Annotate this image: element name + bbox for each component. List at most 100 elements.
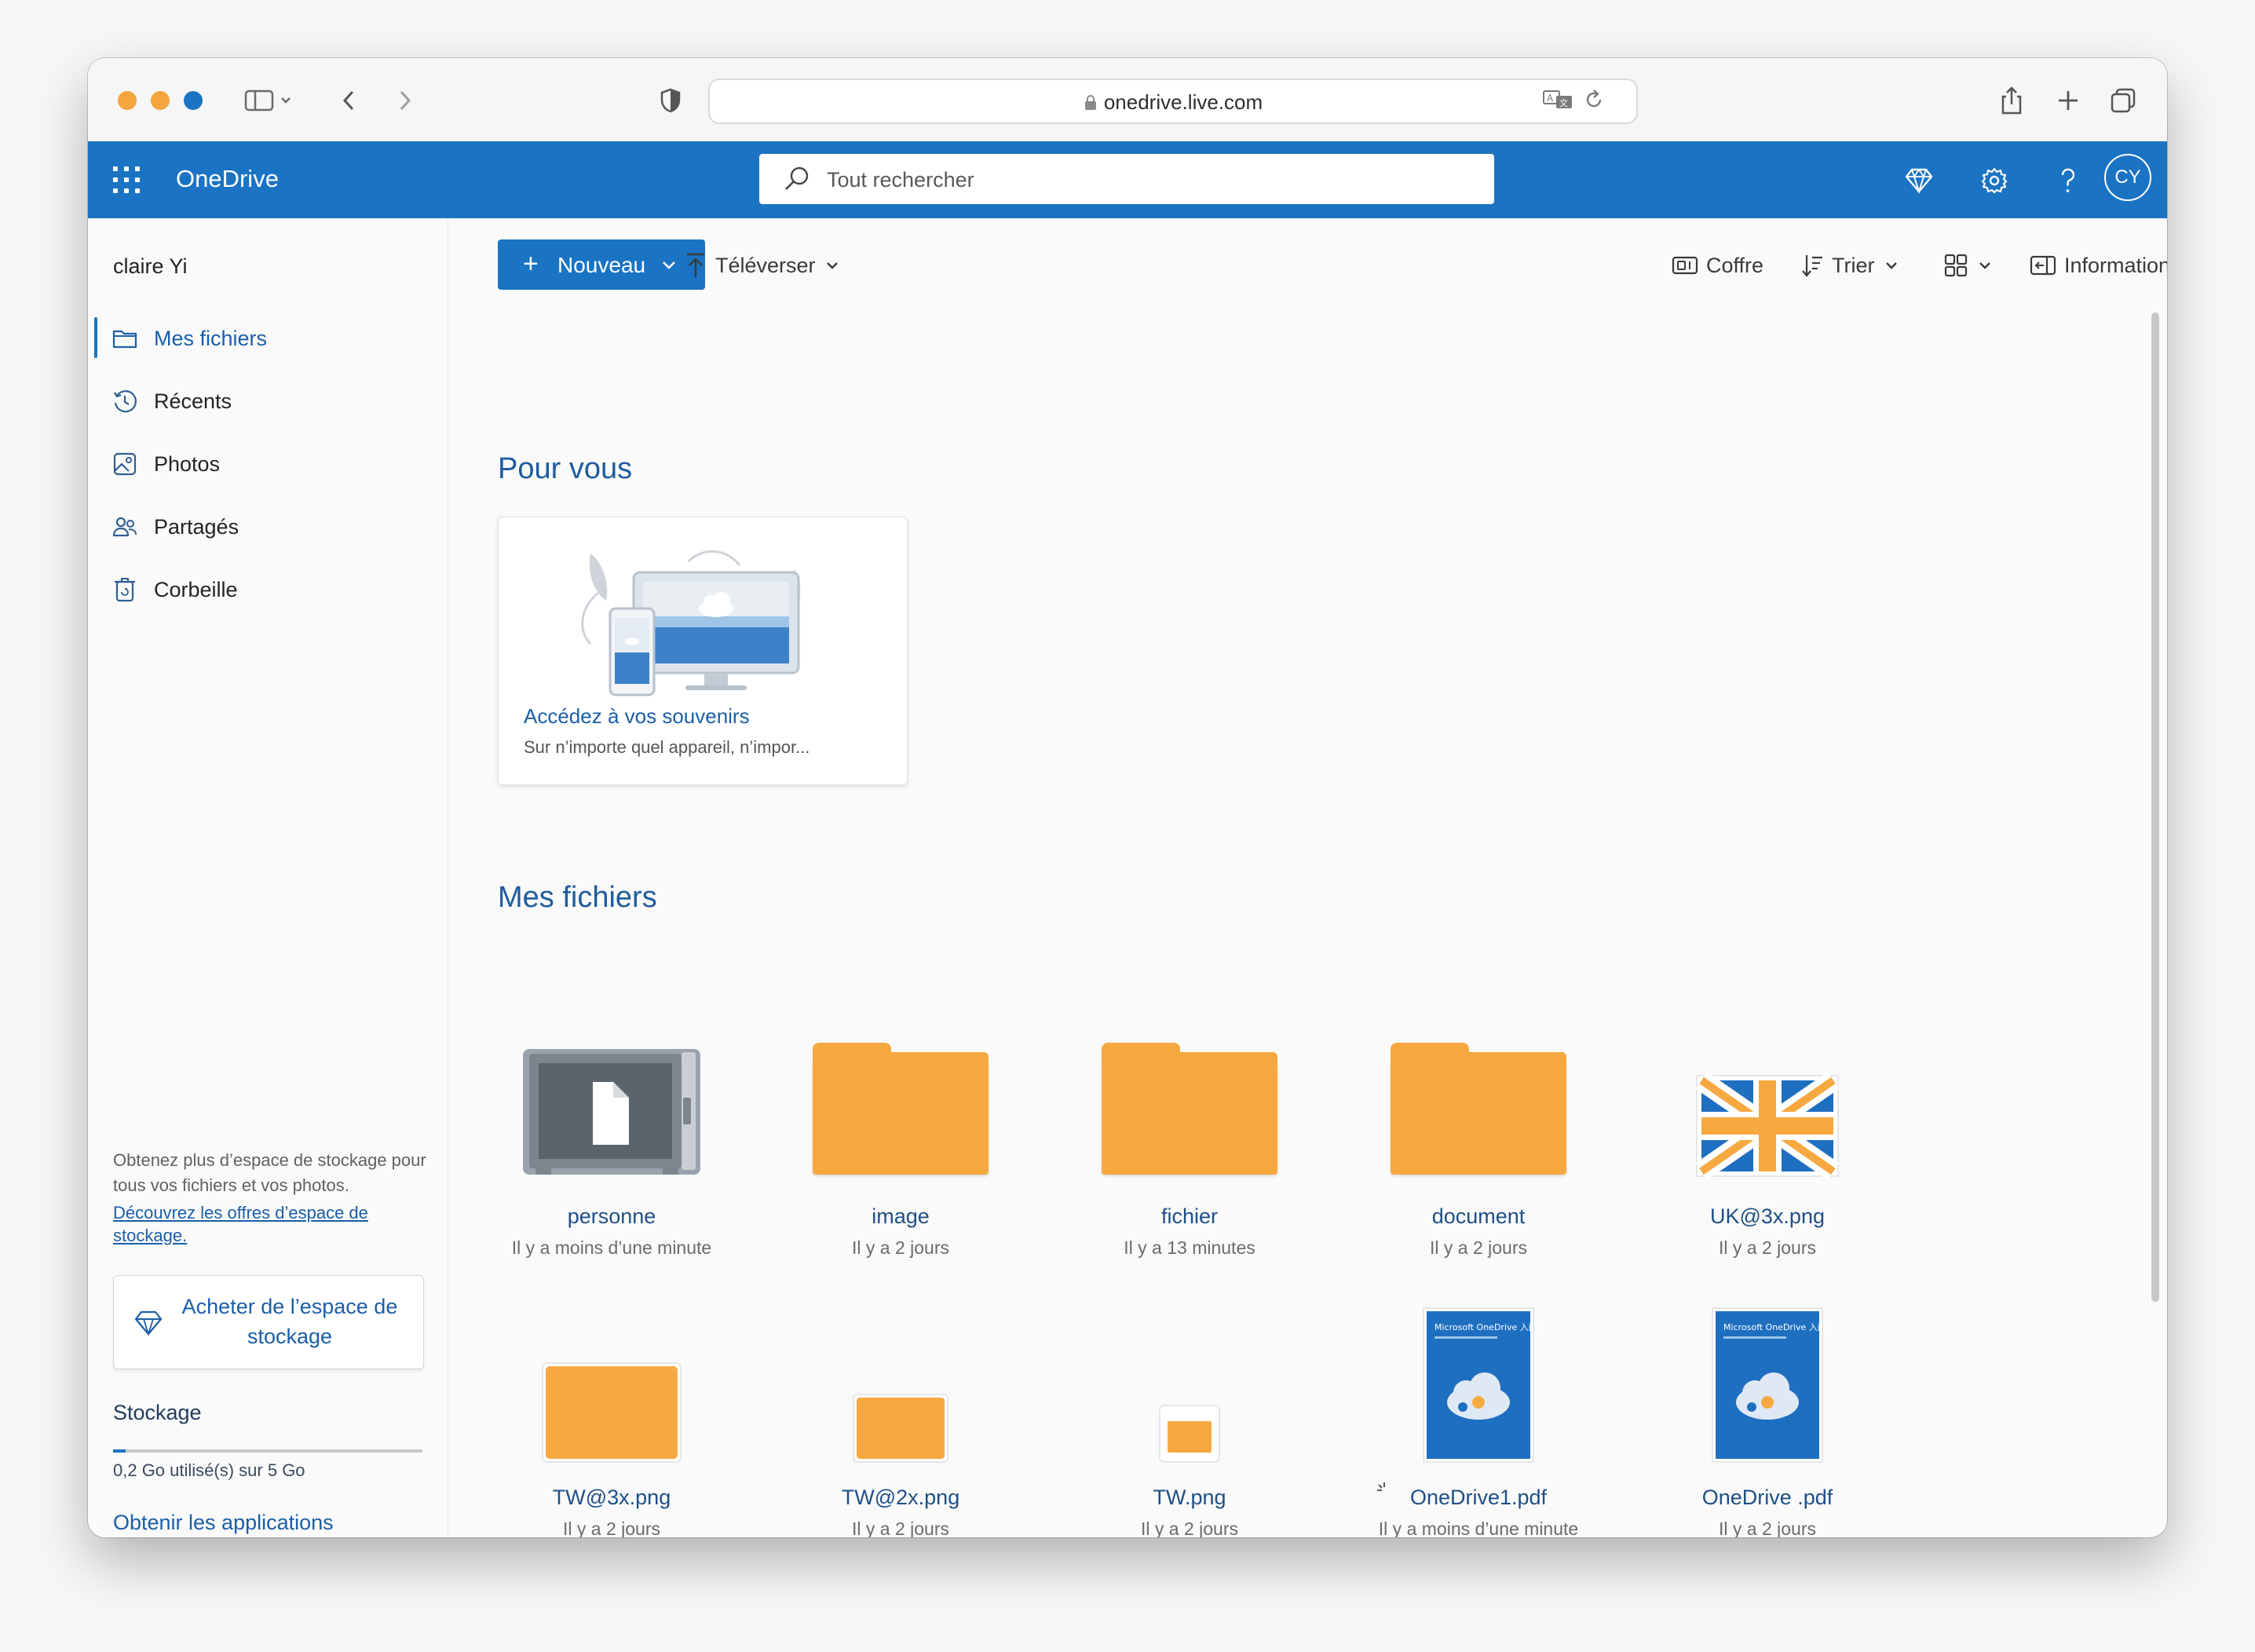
sidebar-item-recent[interactable]: Récents [88,377,448,424]
new-tab-button[interactable] [2051,82,2085,119]
help-icon [2061,168,2075,192]
file-name: TW@2x.png [841,1486,960,1509]
share-icon [2001,86,2022,115]
sidebar-item-shared[interactable]: Partagés [88,503,448,550]
address-bar[interactable]: onedrive.live.com A 文 [708,79,1638,124]
gear-icon [1981,167,2008,194]
chevron-down-icon [1885,262,1897,269]
svg-text:A: A [1547,93,1554,104]
lock-icon [1084,95,1096,110]
search-icon [785,166,809,190]
storage-promo-text: Obtenez plus d’espace de stockage pour t… [113,1150,426,1195]
share-button[interactable] [1994,82,2029,119]
sort-button[interactable]: Trier [1800,250,1900,281]
grid-view-icon [1944,254,1968,277]
account-avatar[interactable]: CY [2104,154,2151,201]
image-thumbnail [853,1394,948,1463]
memories-card[interactable]: Accédez à vos souvenirs Sur n’importe qu… [498,517,908,785]
storage-usage-text: 0,2 Go utilisé(s) sur 5 Go [113,1460,305,1480]
chevron-right-icon [400,90,411,111]
upload-button[interactable]: Téléverser [684,250,841,281]
folder-tile-image[interactable]: image Il y a 2 jours [783,1003,1018,1286]
diamond-icon [1905,168,1933,194]
file-modified: Il y a 2 jours [852,1237,949,1258]
history-icon [114,390,137,413]
section-title-for-you: Pour vous [498,452,633,485]
sidebar-item-photos[interactable]: Photos [88,440,448,487]
diamond-icon [134,1310,163,1336]
upload-label: Téléverser [715,253,816,277]
plus-icon: + [523,249,539,279]
settings-button[interactable] [1979,165,2010,196]
help-button[interactable] [2052,165,2084,196]
tabs-icon [2111,88,2136,113]
reload-icon[interactable] [1583,88,1605,111]
new-button[interactable]: + Nouveau [498,239,705,290]
user-name: claire Yi [113,254,188,278]
file-name: OneDrive .pdf [1701,1486,1833,1509]
sort-label: Trier [1832,253,1875,277]
zoom-window-button[interactable] [184,91,203,110]
premium-button[interactable] [1903,165,1935,196]
file-modified: Il y a moins d’une minute [511,1237,712,1258]
close-window-button[interactable] [118,91,137,110]
get-apps-link[interactable]: Obtenir les applications OneDrive [113,1508,396,1537]
main-scrollbar[interactable] [2151,312,2159,1302]
app-title[interactable]: OneDrive [176,165,279,193]
view-options-button[interactable] [1943,250,1994,281]
uk-flag-thumbnail [1695,1072,1840,1180]
url-text: onedrive.live.com [1103,90,1263,114]
file-name: UK@3x.png [1710,1204,1825,1228]
vault-icon [1672,256,1698,275]
folder-tile-document[interactable]: document Il y a 2 jours [1361,1003,1596,1286]
folder-tile-fichier[interactable]: fichier Il y a 13 minutes [1072,1003,1307,1286]
details-pane-button[interactable]: Informations [2030,250,2167,281]
back-button[interactable] [333,82,364,119]
search-input[interactable]: Tout rechercher [827,168,974,192]
upload-icon [687,253,704,277]
file-tile-onedrive-pdf[interactable]: Microsoft OneDrive 入门 OneDrive .pdf Il y… [1650,1285,1885,1537]
file-name: OneDrive1.pdf [1409,1486,1548,1509]
file-tile-tw2x[interactable]: TW@2x.png Il y a 2 jours [783,1285,1018,1537]
onedrive-header: OneDrive Tout rechercher CY [88,141,2167,218]
forward-button[interactable] [389,82,421,119]
sidebar-item-label: Corbeille [154,578,238,601]
file-tile-personne[interactable]: personne Il y a moins d’une minute [494,1003,729,1286]
minimize-window-button[interactable] [151,91,170,110]
privacy-shield-button[interactable] [655,82,686,119]
sidebar-item-my-files[interactable]: Mes fichiers [88,314,448,361]
file-tile-uk-flag[interactable]: UK@3x.png Il y a 2 jours [1650,1003,1885,1286]
chevron-down-icon [663,261,675,269]
chevron-down-icon [826,262,838,269]
translate-icon[interactable]: A 文 [1542,88,1573,111]
app-launcher-icon[interactable] [113,166,140,193]
sidebar-item-label: Partagés [154,515,239,539]
image-thumbnail [542,1362,682,1463]
photo-icon [113,452,137,476]
search-box[interactable]: Tout rechercher [759,154,1494,204]
buy-storage-button[interactable]: Acheter de l’espace de stockage [113,1275,424,1369]
details-label: Informations [2064,253,2167,277]
vault-label: Coffre [1706,253,1764,277]
sidebar-item-label: Récents [154,389,232,413]
storage-title[interactable]: Stockage [113,1401,202,1425]
pdf-thumb-title: Microsoft OneDrive 入门 [1435,1321,1537,1332]
file-name: image [872,1204,930,1228]
main-content: + Nouveau Téléverser Coffre Trier Inform… [448,218,2167,1537]
sidebar-toggle-button[interactable] [242,82,297,119]
file-modified: Il y a 13 minutes [1124,1237,1255,1258]
sidebar-item-recycle-bin[interactable]: Corbeille [88,565,448,612]
file-tile-tw[interactable]: TW.png Il y a 2 jours [1072,1285,1307,1537]
vault-button[interactable]: Coffre [1672,250,1763,281]
file-tile-tw3x[interactable]: TW@3x.png Il y a 2 jours [494,1285,729,1537]
file-modified: Il y a 2 jours [1719,1519,1816,1537]
recycle-bin-icon [115,578,135,602]
chevron-down-icon [1979,262,1990,269]
plus-icon [2059,91,2078,110]
browser-toolbar: onedrive.live.com A 文 [88,58,2167,142]
sidebar-icon [244,90,291,111]
file-tile-onedrive1-pdf[interactable]: Microsoft OneDrive 入门 OneDrive1.pdf Il y… [1361,1285,1596,1537]
tab-overview-button[interactable] [2106,82,2140,119]
file-modified: Il y a 2 jours [563,1519,660,1537]
storage-offers-link[interactable]: Découvrez les offres d’espace de stockag… [113,1201,427,1247]
